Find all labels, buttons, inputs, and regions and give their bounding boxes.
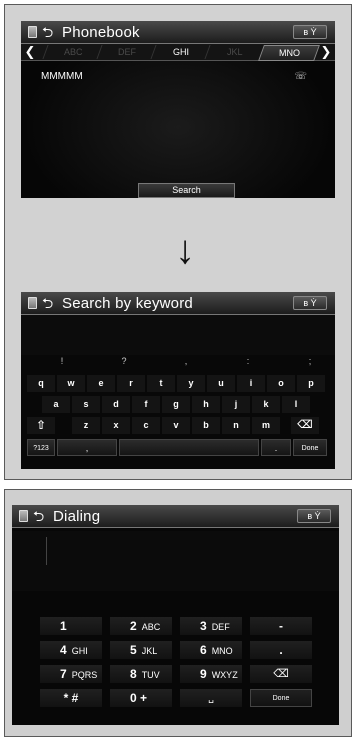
key-p[interactable]: p xyxy=(297,375,325,392)
tab-def[interactable]: DEF xyxy=(96,45,157,59)
key-star-hash[interactable]: * # xyxy=(40,689,102,707)
key-8[interactable]: 8 TUV xyxy=(110,665,172,683)
key-3[interactable]: 3 DEF xyxy=(180,617,242,635)
key-q[interactable]: q xyxy=(27,375,55,392)
page-title: Phonebook xyxy=(62,23,140,41)
key-5[interactable]: 5 JKL xyxy=(110,641,172,659)
phone-icon xyxy=(19,510,28,522)
key-comma-sym[interactable]: , xyxy=(171,356,201,366)
key-o[interactable]: o xyxy=(267,375,295,392)
page-title: Search by keyword xyxy=(62,294,193,312)
key-7[interactable]: 7 PQRS xyxy=(40,665,102,683)
key-i[interactable]: i xyxy=(237,375,265,392)
backspace-icon[interactable]: ⌫ xyxy=(250,665,312,683)
title-bar: ⮌ Search by keyword ʙ Ẏ xyxy=(21,292,335,315)
key-semicolon[interactable]: ; xyxy=(295,356,325,366)
dialing-screen: ⮌ Dialing ʙ Ẏ 1 2 ABC 3 DEF - 4 GHI 5 JKL 6M… xyxy=(12,505,339,725)
contact-row[interactable]: MMMMM ☏ xyxy=(41,71,315,85)
key-l[interactable]: l xyxy=(282,396,310,413)
phone-icon xyxy=(28,297,37,309)
dialing-frame: ⮌ Dialing ʙ Ẏ 1 2 ABC 3 DEF - 4 GHI 5 JKL 6M… xyxy=(4,489,352,737)
tab-jkl[interactable]: JKL xyxy=(204,45,265,59)
tab-ghi[interactable]: GHI xyxy=(150,45,211,59)
number-display xyxy=(12,531,339,591)
key-2[interactable]: 2 ABC xyxy=(110,617,172,635)
bluetooth-signal-icon: ʙ Ẏ xyxy=(297,509,331,523)
key-row-4: ?123 , . Done xyxy=(27,439,329,456)
space-key[interactable] xyxy=(119,439,259,456)
key-question[interactable]: ? xyxy=(109,356,139,366)
key-j[interactable]: j xyxy=(222,396,250,413)
contact-name: MMMMM xyxy=(41,71,83,82)
key-f[interactable]: f xyxy=(132,396,160,413)
key-g[interactable]: g xyxy=(162,396,190,413)
key-e[interactable]: e xyxy=(87,375,115,392)
bluetooth-signal-icon: ʙ Ẏ xyxy=(293,296,327,310)
tab-abc[interactable]: ABC xyxy=(42,45,103,59)
key-9[interactable]: 9 WXYZ xyxy=(180,665,242,683)
text-cursor xyxy=(46,537,47,565)
shift-icon[interactable]: ⇧ xyxy=(27,417,55,434)
phonebook-to-keyword-frame: ⮌ Phonebook ʙ Ẏ ❮ ABC DEF GHI JKL MNO ❯ … xyxy=(4,4,352,480)
key-x[interactable]: x xyxy=(102,417,130,434)
key-y[interactable]: y xyxy=(177,375,205,392)
key-m[interactable]: m xyxy=(252,417,280,434)
back-icon[interactable]: ⮌ xyxy=(33,509,47,523)
key-dash[interactable]: - xyxy=(250,617,312,635)
phonebook-screen: ⮌ Phonebook ʙ Ẏ ❮ ABC DEF GHI JKL MNO ❯ … xyxy=(21,21,335,198)
key-period[interactable]: . xyxy=(261,439,291,456)
arrow-down-icon: ↓ xyxy=(175,228,195,272)
key-exclaim[interactable]: ! xyxy=(47,356,77,366)
key-d[interactable]: d xyxy=(102,396,130,413)
key-period[interactable]: . xyxy=(250,641,312,659)
chevron-right-icon[interactable]: ❯ xyxy=(317,44,335,60)
key-r[interactable]: r xyxy=(117,375,145,392)
key-0[interactable]: 0 + xyxy=(110,689,172,707)
key-s[interactable]: s xyxy=(72,396,100,413)
tab-mno[interactable]: MNO xyxy=(258,45,320,61)
key-t[interactable]: t xyxy=(147,375,175,392)
key-h[interactable]: h xyxy=(192,396,220,413)
back-icon[interactable]: ⮌ xyxy=(42,296,56,310)
key-6[interactable]: 6 MNO xyxy=(180,641,242,659)
space-key[interactable]: ␣ xyxy=(180,689,242,707)
chevron-left-icon[interactable]: ❮ xyxy=(21,44,39,60)
key-b[interactable]: b xyxy=(192,417,220,434)
key-k[interactable]: k xyxy=(252,396,280,413)
keyword-input[interactable] xyxy=(21,315,335,355)
mode-key[interactable]: ?123 xyxy=(27,439,55,456)
key-comma[interactable]: , xyxy=(57,439,117,456)
page-title: Dialing xyxy=(53,507,101,525)
keyword-screen: ⮌ Search by keyword ʙ Ẏ ! ? , : ; q w e … xyxy=(21,292,335,469)
handset-icon: ☏ xyxy=(294,71,307,82)
key-a[interactable]: a xyxy=(42,396,70,413)
alpha-tabs: ❮ ABC DEF GHI JKL MNO ❯ xyxy=(21,44,335,61)
search-button[interactable]: Search xyxy=(138,183,235,198)
key-z[interactable]: z xyxy=(72,417,100,434)
done-button[interactable]: Done xyxy=(250,689,312,707)
done-button[interactable]: Done xyxy=(293,439,327,456)
key-colon[interactable]: : xyxy=(233,356,263,366)
key-w[interactable]: w xyxy=(57,375,85,392)
phone-icon xyxy=(28,26,37,38)
back-icon[interactable]: ⮌ xyxy=(42,25,56,39)
key-4[interactable]: 4 GHI xyxy=(40,641,102,659)
title-bar: ⮌ Phonebook ʙ Ẏ xyxy=(21,21,335,44)
key-c[interactable]: c xyxy=(132,417,160,434)
key-u[interactable]: u xyxy=(207,375,235,392)
backspace-icon[interactable]: ⌫ xyxy=(291,417,319,434)
key-v[interactable]: v xyxy=(162,417,190,434)
bluetooth-signal-icon: ʙ Ẏ xyxy=(293,25,327,39)
key-1[interactable]: 1 xyxy=(40,617,102,635)
symbol-row: ! ? , : ; xyxy=(21,356,335,370)
title-bar: ⮌ Dialing ʙ Ẏ xyxy=(12,505,339,528)
key-n[interactable]: n xyxy=(222,417,250,434)
